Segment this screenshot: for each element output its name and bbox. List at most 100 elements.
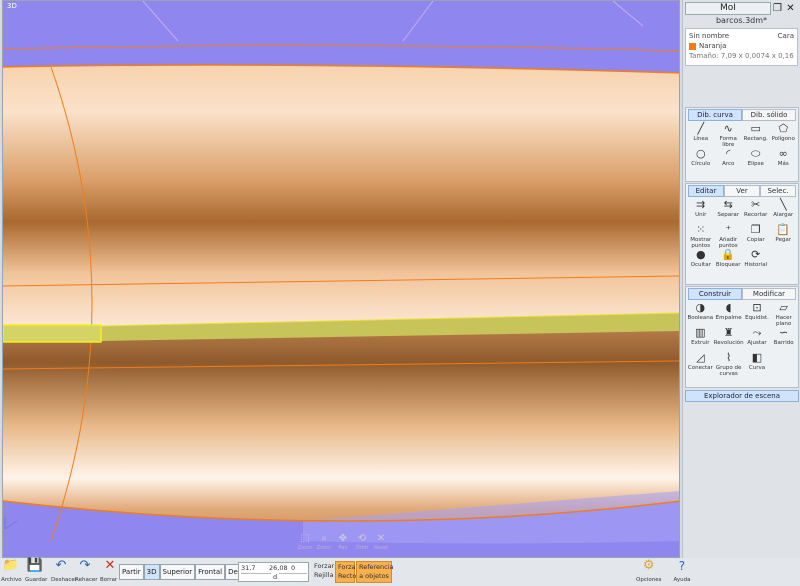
undo-icon[interactable]: ↶: [52, 559, 70, 573]
show-points-icon: ⁙: [696, 223, 706, 236]
object-snap-toggle[interactable]: Referencia a objetos: [356, 561, 394, 583]
tab-dibslido[interactable]: Dib. sólido: [742, 109, 796, 121]
tool-add-points[interactable]: ⁺ Añadir puntos: [715, 223, 743, 249]
coordinate-input[interactable]: 31,7 26,08 0 d: [238, 562, 309, 582]
tool-label: Círculo: [691, 161, 711, 167]
file-button-label[interactable]: Guardar: [25, 577, 47, 583]
options-icon[interactable]: ⚙: [636, 559, 661, 573]
tool-more[interactable]: ∞ Más: [770, 147, 798, 172]
tool-boolean[interactable]: ◑ Booleana: [687, 301, 714, 326]
tool-barrido[interactable]: ∽ Barrido: [770, 326, 797, 351]
object-type: Cara: [777, 32, 794, 40]
tool-history[interactable]: ⟳ Historial: [742, 248, 770, 273]
tool-show-points[interactable]: ⁙ Mostrar puntos: [687, 223, 715, 249]
orbit-icon[interactable]: ⟲ Orbit: [354, 533, 370, 551]
3d-viewport[interactable]: 3D ⬚ Zoom ⌕ Zoom ✥ Pan ⟲ Orbit ✕ Reset: [2, 0, 680, 558]
style-name[interactable]: Naranja: [699, 42, 726, 50]
tool-separate[interactable]: ⇆ Separar: [715, 198, 743, 223]
trim-icon: ✂: [751, 198, 761, 211]
tool-line[interactable]: ╱ Línea: [687, 122, 715, 147]
barrido-icon: ∽: [779, 326, 789, 339]
tool-label: Elipse: [747, 161, 764, 167]
tool-label: Alargar: [773, 212, 794, 218]
file-button-label[interactable]: Borrar: [100, 577, 117, 583]
nav-tool-label: Zoom: [316, 545, 332, 551]
pan-icon[interactable]: ✥ Pan: [335, 533, 351, 551]
tab-editar[interactable]: Editar: [688, 185, 724, 197]
side-panel: MoI ❐ ✕ barcos.3dm* Sin nombre Cara Naran…: [682, 0, 800, 586]
save-icon[interactable]: 💾: [26, 559, 44, 573]
hide-icon: ●: [695, 248, 706, 261]
tool-sweep[interactable]: ⤳ Ajustar: [744, 326, 771, 351]
zoom-window-icon[interactable]: ⬚ Zoom: [297, 533, 313, 551]
delete-icon[interactable]: ✕: [101, 559, 119, 573]
tool-curve[interactable]: ◧ Curva: [744, 351, 771, 376]
file-button-label[interactable]: Deshacer: [51, 577, 77, 583]
scene-explorer-button[interactable]: Explorador de escena: [685, 390, 799, 402]
coord-input-2[interactable]: [279, 573, 307, 574]
help-icon[interactable]: ?: [673, 559, 690, 573]
tool-label: Unir: [695, 212, 707, 218]
restore-icon[interactable]: ❐: [771, 3, 784, 14]
tool-lock[interactable]: 🔒 Bloquear: [715, 248, 743, 273]
folder-icon[interactable]: 📁: [2, 559, 20, 573]
tool-join[interactable]: ⇉ Unir: [687, 198, 715, 223]
connect-icon: ◿: [696, 351, 705, 364]
tab-ver[interactable]: Ver: [724, 185, 760, 197]
tool-revolve[interactable]: ♜ Revolución: [714, 326, 744, 351]
tool-ellipse[interactable]: ⬭ Elipse: [742, 147, 770, 172]
view-frontal[interactable]: Frontal: [195, 564, 226, 580]
view-3d[interactable]: 3D: [143, 564, 160, 580]
coord-input-1[interactable]: [241, 573, 271, 574]
fillet-icon: ◖: [725, 301, 732, 314]
object-name[interactable]: Sin nombre: [689, 32, 729, 40]
tool-arc[interactable]: ◜ Arco: [715, 147, 743, 172]
tool-label: Empalme: [715, 315, 742, 321]
file-button-label[interactable]: Archivo: [1, 577, 22, 583]
nav-tool-label: Reset: [374, 545, 388, 551]
tool-label: Pegar: [775, 237, 792, 243]
tab-modificar[interactable]: Modificar: [742, 288, 796, 300]
tab-construir[interactable]: Construir: [688, 288, 742, 300]
close-icon[interactable]: ✕: [784, 3, 797, 14]
redo-icon[interactable]: ↷: [76, 559, 94, 573]
ellipse-icon: ⬭: [751, 147, 761, 160]
tool-hide[interactable]: ● Ocultar: [687, 248, 715, 273]
help-label[interactable]: Ayuda: [673, 577, 690, 583]
tool-connect[interactable]: ◿ Conectar: [687, 351, 714, 376]
offset-icon: ⊡: [752, 301, 762, 314]
view-navigation-tools: ⬚ Zoom ⌕ Zoom ✥ Pan ⟲ Orbit ✕ Reset: [297, 533, 389, 551]
view-partir[interactable]: Partir: [119, 564, 144, 580]
view-superior[interactable]: Superior: [159, 564, 196, 580]
tool-curve-network[interactable]: ⌇ Grupo de curvas: [714, 351, 744, 377]
tab-selec[interactable]: Selec.: [760, 185, 796, 197]
style-swatch[interactable]: [689, 42, 696, 50]
tool-rectangle[interactable]: ▭ Rectang.: [742, 122, 770, 147]
size-value: 7,09 x 0,0074 x 0,16: [720, 52, 794, 60]
tool-extrude[interactable]: ▥ Extruir: [687, 326, 714, 351]
coord-y: 26,08: [269, 564, 288, 572]
tab-dibcurva[interactable]: Dib. curva: [688, 109, 742, 121]
options-label[interactable]: Opciones: [636, 577, 661, 583]
tool-copy[interactable]: ❐ Copiar: [742, 223, 770, 248]
file-button-label[interactable]: Rehacer: [75, 577, 97, 583]
tool-paste[interactable]: 📋 Pegar: [770, 223, 798, 248]
tool-trim[interactable]: ✂ Recortar: [742, 198, 770, 223]
snap-straight-toggle[interactable]: Forzar Recto: [335, 561, 358, 583]
lock-icon: 🔒: [721, 248, 736, 261]
tool-offset[interactable]: ⊡ Equidist.: [744, 301, 771, 326]
tool-circle[interactable]: ○ Círculo: [687, 147, 715, 172]
nav-tool-label: Pan: [338, 545, 348, 551]
snap-grid-toggle[interactable]: Forzar Rejilla: [312, 561, 334, 581]
tool-planar[interactable]: ▱ Hacer plano: [770, 301, 797, 327]
tool-freeform[interactable]: ∿ Forma libre: [715, 122, 743, 148]
reset-icon[interactable]: ✕ Reset: [373, 533, 389, 551]
tool-extend[interactable]: ╲ Alargar: [770, 198, 798, 223]
tool-fillet[interactable]: ◖ Empalme: [714, 301, 744, 326]
app-title: MoI: [685, 1, 771, 15]
tool-polygon[interactable]: ⬠ Polígono: [770, 122, 798, 147]
zoom-icon[interactable]: ⌕ Zoom: [316, 533, 332, 551]
tool-label: Conectar: [687, 365, 713, 371]
tool-label: Copiar: [746, 237, 765, 243]
revolve-icon: ♜: [723, 326, 734, 339]
